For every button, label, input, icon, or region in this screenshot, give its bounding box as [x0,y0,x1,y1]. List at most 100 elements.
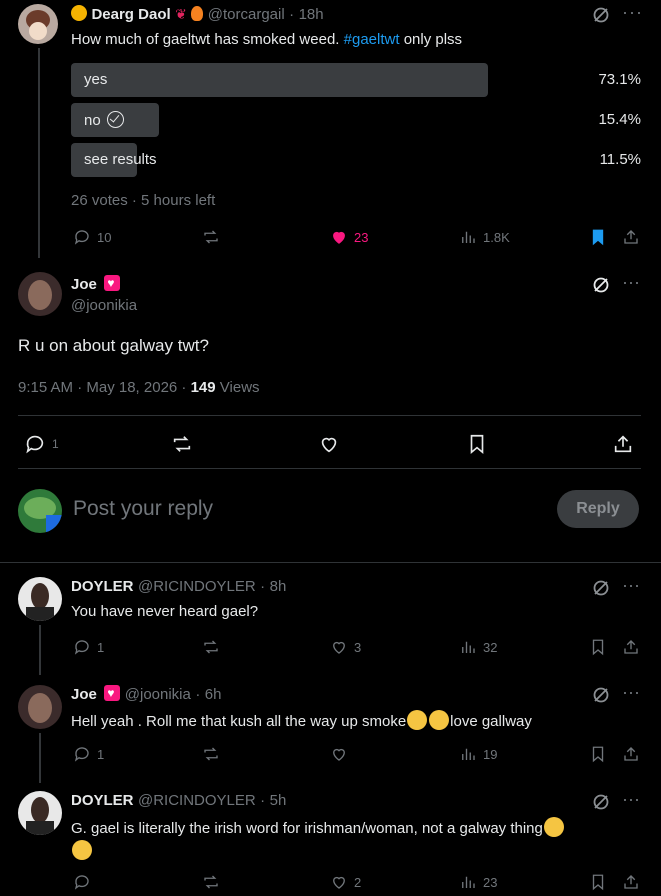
divider [18,415,641,416]
more-icon[interactable]: ··· [622,272,640,293]
bookmark-icon [592,639,604,656]
grok-icon[interactable] [592,579,610,602]
avatar[interactable] [18,577,62,621]
like-count: 2 [354,874,362,890]
repost-button[interactable] [202,638,220,656]
post-text-main: How much of gaeltwt has smoked weed. [71,31,340,48]
reply-count: 10 [97,229,112,245]
grok-icon[interactable] [592,686,610,709]
reply-text: G. gael is literally the irish word for … [71,817,631,863]
thread-line [39,733,41,783]
views-button[interactable]: 1.8K [459,228,510,246]
reply-icon [74,640,89,655]
timestamp[interactable]: 5h [270,792,287,809]
reply-icon [26,435,44,454]
author-name[interactable]: Joe [71,686,97,703]
share-button[interactable] [622,228,640,246]
views-button[interactable]: 19 [459,745,497,763]
share-button[interactable] [612,433,634,455]
reply-header: Joe @joonikia · 6h [71,685,221,704]
view-count: 1.8K [483,229,510,245]
poll-bar-yes[interactable] [71,63,488,97]
grok-icon[interactable] [592,276,610,299]
view-count: 32 [483,639,498,655]
reply-input[interactable]: Post your reply [73,497,213,521]
like-button[interactable] [318,433,340,455]
timestamp[interactable]: 6h [205,686,222,703]
poll-percent: 15.4% [598,111,641,128]
reply-text-main: G. gael is literally the irish word for … [71,820,543,837]
woozy-face-emoji-icon [407,710,428,730]
poll-label: no [84,111,124,129]
author-name[interactable]: DOYLER [71,578,134,595]
avatar[interactable] [18,791,62,835]
reply-icon [74,875,89,890]
timestamp[interactable]: 8h [270,578,287,595]
bookmark-button[interactable] [589,745,607,763]
reply-button[interactable] [73,873,91,891]
share-icon [624,230,638,244]
author-handle[interactable]: @RICINDOYLER [138,792,256,809]
grok-icon[interactable] [592,6,610,29]
like-button[interactable] [330,745,348,763]
repost-button[interactable] [202,873,220,891]
avatar[interactable] [18,489,62,533]
reply-text: You have never heard gael? [71,603,259,620]
author-handle[interactable]: @RICINDOYLER [138,578,256,595]
author-name[interactable]: Dearg Daol [91,6,170,23]
post-datetime[interactable]: 9:15 AM · May 18, 2026 · [18,379,191,396]
reply-button[interactable]: 1 [73,745,104,763]
analytics-icon [462,748,475,760]
separator-dot: · [260,792,266,809]
author-handle[interactable]: @joonikia [125,686,191,703]
like-button[interactable]: 2 [330,873,361,891]
author-name[interactable]: Joe [71,276,97,293]
grok-icon[interactable] [592,793,610,816]
post-header: Dearg Daol ❦ @torcargail · 18h [71,5,324,24]
more-icon[interactable]: ··· [622,2,643,23]
divider [18,468,641,469]
share-icon [614,435,632,453]
author-handle[interactable]: @joonikia [71,297,137,314]
reply-button[interactable]: 1 [73,638,104,656]
like-count: 23 [354,229,369,245]
timestamp[interactable]: 18h [299,6,324,23]
views-button[interactable]: 32 [459,638,497,656]
avatar[interactable] [18,272,62,316]
fire-icon [191,6,204,21]
share-button[interactable] [622,638,640,656]
joy-emoji-icon [72,840,92,860]
reply-submit-button[interactable]: Reply [557,490,639,528]
author-name[interactable]: DOYLER [71,792,134,809]
heart-badge-icon [104,685,121,701]
avatar[interactable] [18,4,58,44]
reply-count: 1 [97,746,105,762]
more-icon[interactable]: ··· [622,682,640,703]
bookmark-button[interactable] [589,228,607,246]
poll-meta: 26 votes · 5 hours left [71,192,216,209]
repost-button[interactable] [171,433,193,455]
reply-button[interactable]: 10 [73,228,111,246]
bookmark-button[interactable] [589,638,607,656]
repost-button[interactable] [202,228,220,246]
bookmark-button[interactable] [466,433,488,455]
like-button[interactable]: 3 [330,638,361,656]
bookmark-button[interactable] [589,873,607,891]
share-button[interactable] [622,873,640,891]
hashtag-link[interactable]: #gaeltwt [344,31,400,48]
main-post-text: R u on about galway twt? [18,336,209,355]
reply-button[interactable]: 1 [24,433,59,455]
like-button[interactable]: 23 [330,228,368,246]
views-button[interactable]: 23 [459,873,497,891]
bookmark-filled-icon [592,229,604,246]
author-handle[interactable]: @torcargail [208,6,285,23]
analytics-icon [462,876,475,888]
thread-line [39,625,41,675]
reply-text: Hell yeah . Roll me that kush all the wa… [71,710,532,730]
more-icon[interactable]: ··· [622,575,640,596]
avatar[interactable] [18,685,62,729]
share-button[interactable] [622,745,640,763]
bookmark-icon [592,746,604,763]
more-icon[interactable]: ··· [622,789,640,810]
repost-button[interactable] [202,745,220,763]
